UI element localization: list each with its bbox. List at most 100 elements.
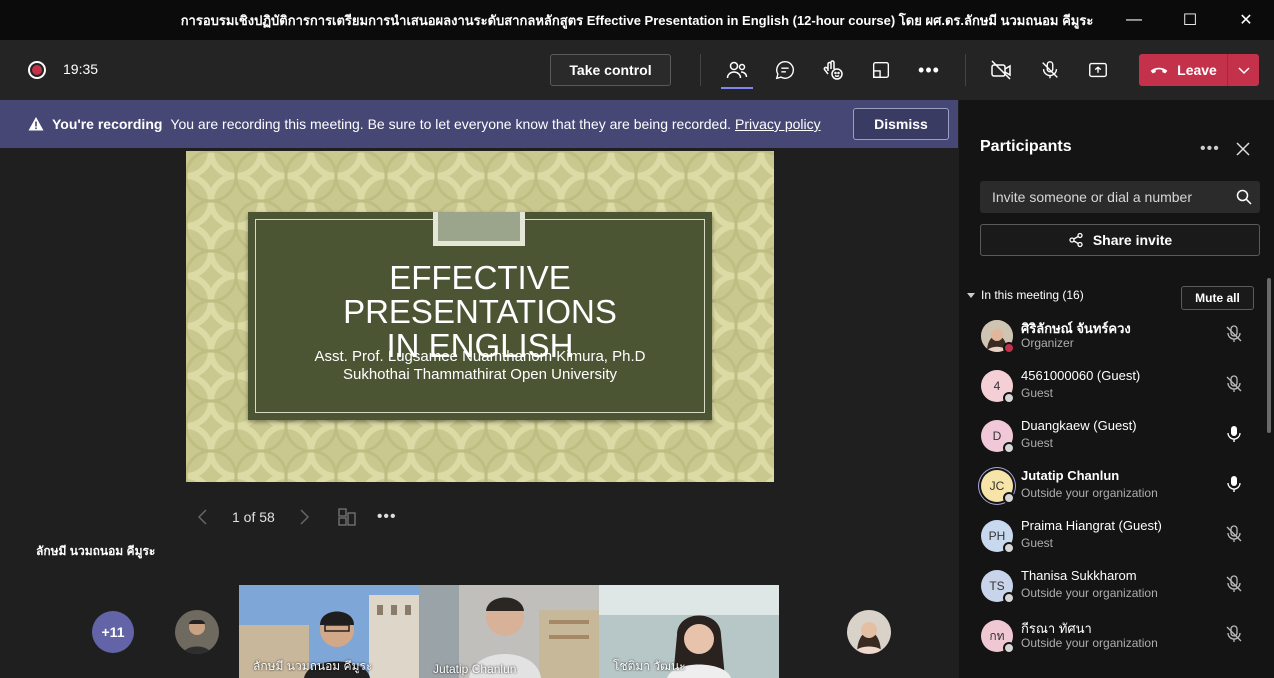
slide-grid-icon[interactable] [337,507,357,527]
participant-name: Thanisa Sukkharom [1021,568,1137,583]
recording-indicator-icon [28,61,46,79]
more-participants-button[interactable]: +11 [92,611,134,653]
video-tile-label: ลักษมี นวมถนอม คีมูระ [253,659,373,673]
more-actions-icon[interactable]: ••• [916,58,942,82]
presence-badge-icon [1003,342,1015,354]
presence-badge-icon [1003,542,1015,554]
window-title: การอบรมเชิงปฏิบัติการการเตรียมการนำเสนอผ… [180,12,1094,28]
participant-role: Guest [1021,386,1054,400]
recording-banner: You're recording You are recording this … [0,100,958,148]
mic-on-icon[interactable] [1224,474,1244,494]
share-screen-icon[interactable] [1085,58,1111,82]
video-tile-label: Jutatip Chanlun [433,662,517,676]
participant-name: Jutatip Chanlun [1021,468,1120,483]
video-tile[interactable]: ลักษมี นวมถนอม คีมูระ [239,585,419,678]
mic-off-icon[interactable] [1037,58,1063,82]
presence-badge-icon [1003,442,1015,454]
banner-message: You are recording this meeting. Be sure … [170,116,732,132]
mic-muted-icon[interactable] [1224,574,1244,594]
participant-row[interactable]: JC Jutatip Chanlun Outside your organizati… [959,466,1264,516]
slide-subtitle-line-1: Asst. Prof. Lugsamee Nuamthanom Kimura, … [314,348,646,365]
close-window-icon[interactable]: ✕ [1218,0,1274,40]
meeting-toolbar: 19:35 Take control ••• Leave [0,40,1274,100]
participant-avatar[interactable] [175,610,219,654]
take-control-button[interactable]: Take control [550,54,671,86]
close-panel-icon[interactable] [1234,140,1252,158]
panel-scrollbar[interactable] [1267,278,1271,433]
participant-initials: กท [989,628,1005,643]
video-tile[interactable]: Jutatip Chanlun [419,585,599,678]
presence-badge-icon [1003,392,1015,404]
caret-down-icon [967,293,975,298]
invite-field-wrapper [980,181,1260,213]
mic-on-icon[interactable] [1224,424,1244,444]
mute-all-button[interactable]: Mute all [1181,286,1254,310]
participant-initials: JC [989,479,1005,493]
camera-off-icon[interactable] [988,58,1014,82]
participant-role: Outside your organization [1021,636,1158,650]
participant-role: Organizer [1021,336,1074,350]
previous-slide-icon[interactable] [196,508,210,526]
banner-title: You're recording [52,116,163,132]
presence-badge-icon [1003,592,1015,604]
video-strip: +11 ลักษมี นวมถนอม คีมูระ Jutatip Chanlu… [0,582,958,678]
maximize-icon[interactable]: ☐ [1162,0,1218,40]
toolbar-divider [700,54,701,86]
mic-muted-icon[interactable] [1224,374,1244,394]
window-controls: — ☐ ✕ [1106,0,1274,40]
participant-role: Guest [1021,536,1054,550]
participant-row[interactable]: PH Praima Hiangrat (Guest) Guest [959,516,1264,566]
window-titlebar: การอบรมเชิงปฏิบัติการการเตรียมการนำเสนอผ… [0,0,1274,40]
dismiss-button[interactable]: Dismiss [853,108,949,140]
in-meeting-section-toggle[interactable]: In this meeting (16) [967,288,1084,302]
slide-subtitle: Asst. Prof. Lugsamee Nuamthanom Kimura, … [248,348,712,384]
slide-pager: 1 of 58 ••• [196,503,397,531]
participants-icon[interactable] [724,58,750,82]
reactions-icon[interactable] [820,58,846,82]
in-meeting-label: In this meeting (16) [981,288,1084,302]
mic-muted-icon[interactable] [1224,524,1244,544]
toolbar-divider [965,54,966,86]
video-tile-label: โชติมา วัฒนะ [613,659,686,673]
participant-role: Guest [1021,436,1054,450]
slide-page-indicator: 1 of 58 [232,509,275,525]
meeting-timer: 19:35 [63,61,99,77]
participant-row[interactable]: 4 4561000060 (Guest) Guest [959,366,1264,416]
participant-initials: TS [989,579,1005,593]
participant-row[interactable]: TS Thanisa Sukkharom Outside your organiza… [959,566,1264,616]
leave-options-chevron-icon[interactable] [1228,65,1259,75]
leave-label: Leave [1177,62,1217,78]
minimize-icon[interactable]: — [1106,0,1162,40]
panel-more-icon[interactable]: ••• [1200,140,1220,158]
share-icon [1069,232,1083,248]
participant-row[interactable]: กท กีรณา ทัศนา Outside your organization [959,616,1264,666]
invite-input[interactable] [980,181,1228,213]
privacy-policy-link[interactable]: Privacy policy [735,116,821,132]
presence-badge-icon [1003,642,1015,654]
presenter-name: ลักษมี นวมถนอม คีมูระ [36,544,156,558]
search-icon[interactable] [1228,189,1260,205]
participant-row[interactable]: ศิริลักษณ์ จันทร์ควง Organizer [959,316,1264,366]
participant-name: Praima Hiangrat (Guest) [1021,518,1162,533]
participant-initials: PH [988,529,1006,543]
chat-icon[interactable] [772,58,798,82]
leave-main[interactable]: Leave [1139,54,1227,86]
mic-muted-icon[interactable] [1224,624,1244,644]
participant-name: 4561000060 (Guest) [1021,368,1141,383]
participant-row[interactable]: D Duangkaew (Guest) Guest [959,416,1264,466]
rooms-icon[interactable] [868,58,894,82]
leave-button[interactable]: Leave [1139,54,1259,86]
video-tile[interactable]: โชติมา วัฒนะ [599,585,779,678]
share-invite-label: Share invite [1092,232,1173,248]
participant-avatar[interactable] [847,610,891,654]
presence-badge-icon [1003,492,1015,504]
mic-muted-icon[interactable] [1224,324,1244,344]
presentation-slide: EFFECTIVE PRESENTATIONS IN ENGLISH Asst.… [186,151,774,482]
next-slide-icon[interactable] [297,508,311,526]
participant-initials: 4 [993,379,1001,393]
share-invite-button[interactable]: Share invite [980,224,1260,256]
slide-tab-decoration [433,212,525,246]
slide-more-icon[interactable]: ••• [377,508,397,526]
participant-initials: D [992,429,1002,443]
slide-subtitle-line-2: Sukhothai Thammathirat Open University [342,366,617,383]
